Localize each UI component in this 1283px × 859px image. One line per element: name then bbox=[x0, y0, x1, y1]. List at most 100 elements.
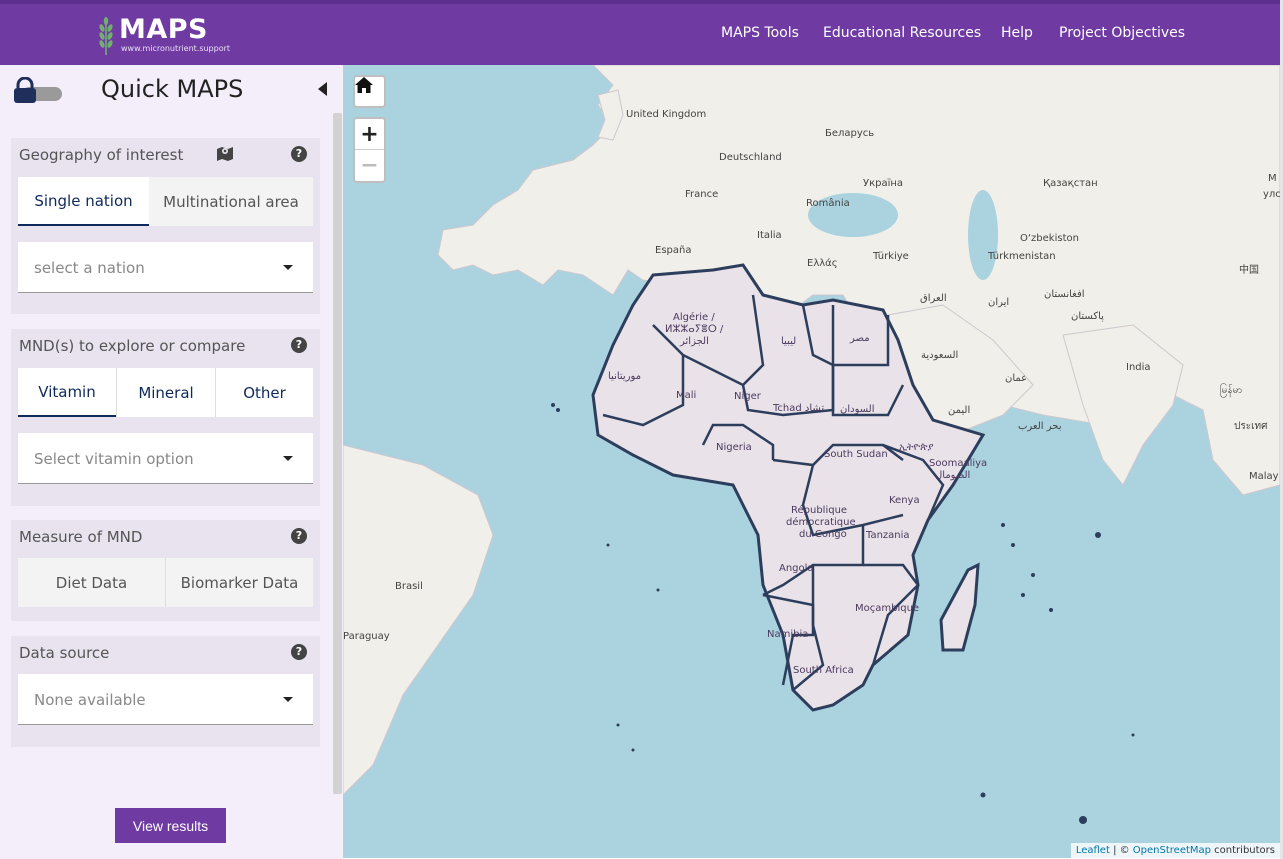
wheat-icon bbox=[99, 17, 113, 55]
zoom-out-button[interactable]: − bbox=[355, 150, 384, 181]
tab-mineral[interactable]: Mineral bbox=[116, 368, 215, 417]
label-iran: ایران bbox=[988, 297, 1010, 308]
label-saudi: السعودية bbox=[921, 350, 959, 361]
label-yemen: اليمن bbox=[948, 405, 971, 416]
collapse-sidebar-icon[interactable] bbox=[318, 82, 327, 96]
mnd-heading: MND(s) to explore or compare bbox=[19, 337, 246, 355]
quick-maps-sidebar: Quick MAPS Geography of interest ? Singl… bbox=[0, 65, 343, 859]
help-icon[interactable]: ? bbox=[291, 528, 307, 544]
nav-maps-tools[interactable]: MAPS Tools bbox=[721, 25, 799, 41]
south-america-land bbox=[343, 444, 494, 796]
view-results-button[interactable]: View results bbox=[115, 808, 226, 843]
caret-down-icon bbox=[283, 265, 293, 270]
label-romania: România bbox=[806, 198, 850, 209]
maps-logo[interactable]: MAPS www.micronutrient.support bbox=[96, 16, 230, 58]
data-source-heading: Data source bbox=[19, 644, 110, 662]
help-icon[interactable]: ? bbox=[291, 644, 307, 660]
label-espana: España bbox=[655, 245, 692, 256]
label-ellada: Ελλάς bbox=[807, 258, 838, 269]
nav-project-objectives[interactable]: Project Objectives bbox=[1059, 25, 1185, 41]
caret-down-icon bbox=[283, 697, 293, 702]
sidebar-title: Quick MAPS bbox=[101, 75, 244, 103]
label-tanzania: Tanzania bbox=[866, 530, 910, 541]
label-iraq: العراق bbox=[920, 293, 947, 304]
label-kenya: Kenya bbox=[889, 495, 920, 506]
sidebar-scrollbar[interactable] bbox=[333, 113, 342, 794]
label-algeria-2: ⵍⵣⵣⴰⵢⴻⵔ / bbox=[665, 324, 724, 335]
madagascar-land bbox=[939, 562, 980, 652]
label-italia: Italia bbox=[757, 230, 782, 241]
map-view[interactable]: United Kingdom Беларусь Deutschland Fran… bbox=[343, 65, 1280, 858]
vitamin-select-placeholder: Select vitamin option bbox=[34, 450, 194, 468]
label-somalia-2: الصومال bbox=[935, 470, 971, 481]
tab-vitamin[interactable]: Vitamin bbox=[18, 368, 116, 417]
leaflet-link[interactable]: Leaflet bbox=[1076, 845, 1110, 856]
measure-tabs: Diet Data Biomarker Data bbox=[18, 558, 313, 607]
nav-help[interactable]: Help bbox=[1001, 25, 1033, 41]
label-algeria-3: الجزائر bbox=[680, 336, 709, 347]
top-navbar: MAPS www.micronutrient.support MAPS Tool… bbox=[0, 0, 1280, 65]
vitamin-select[interactable]: Select vitamin option bbox=[18, 433, 313, 484]
label-niger: Niger bbox=[734, 391, 761, 402]
geography-panel: Geography of interest ? Single nation Mu… bbox=[11, 138, 320, 314]
measure-heading: Measure of MND bbox=[19, 528, 143, 546]
logo-subtitle: www.micronutrient.support bbox=[121, 44, 231, 53]
tab-multinational-area[interactable]: Multinational area bbox=[149, 177, 313, 226]
help-icon[interactable]: ? bbox=[291, 146, 307, 162]
label-turkmenistan: Türkmenistan bbox=[988, 251, 1056, 262]
label-uzbekistan: O‘zbekiston bbox=[1020, 233, 1079, 244]
attribution-contributors: contributors bbox=[1211, 845, 1275, 856]
label-paraguay: Paraguay bbox=[343, 631, 390, 642]
zoom-control: + − bbox=[353, 117, 386, 183]
label-afghanistan: افغانستان bbox=[1044, 289, 1085, 300]
label-drc-2: démocratique bbox=[786, 517, 856, 528]
tab-other[interactable]: Other bbox=[215, 368, 313, 417]
help-icon[interactable]: ? bbox=[291, 337, 307, 353]
data-source-placeholder: None available bbox=[34, 691, 146, 709]
label-arabian-sea: بحر العرب bbox=[1018, 421, 1062, 432]
map-canvas bbox=[343, 65, 1280, 824]
label-somalia-1: Soomaaliya bbox=[929, 458, 988, 469]
label-south-sudan: South Sudan bbox=[824, 449, 888, 460]
tab-diet-data[interactable]: Diet Data bbox=[18, 558, 165, 607]
label-mali: Mali bbox=[676, 390, 697, 401]
nav-educational-resources[interactable]: Educational Resources bbox=[823, 25, 981, 41]
label-namibia: Namibia bbox=[767, 629, 809, 640]
label-egypt: مصر bbox=[850, 333, 870, 344]
lock-icon bbox=[14, 77, 36, 103]
caret-down-icon bbox=[283, 456, 293, 461]
attribution-separator: | © bbox=[1109, 845, 1133, 856]
caspian-sea bbox=[968, 190, 998, 280]
label-angola: Angola bbox=[779, 563, 814, 574]
label-ethiopia: ኢትዮጵያ bbox=[899, 442, 934, 453]
label-pakistan: پاکستان bbox=[1071, 311, 1104, 322]
tab-biomarker-data[interactable]: Biomarker Data bbox=[165, 558, 313, 607]
label-myanmar: မြန်မာ bbox=[1220, 385, 1243, 396]
label-deutschland: Deutschland bbox=[719, 152, 782, 163]
nation-select[interactable]: select a nation bbox=[18, 242, 313, 293]
label-libya: ليبيا bbox=[781, 336, 797, 347]
data-source-select[interactable]: None available bbox=[18, 674, 313, 725]
label-sudan: السودان bbox=[840, 404, 875, 415]
osm-link[interactable]: OpenStreetMap bbox=[1133, 845, 1211, 856]
folded-map-icon bbox=[217, 147, 233, 161]
label-mozambique: Moçambique bbox=[855, 603, 920, 614]
label-drc-1: République bbox=[791, 505, 848, 516]
label-algeria-1: Algérie / bbox=[673, 312, 715, 323]
label-thailand: ประเทศ bbox=[1234, 421, 1268, 432]
logo-title: MAPS bbox=[119, 14, 208, 45]
nation-select-placeholder: select a nation bbox=[34, 259, 145, 277]
zoom-in-button[interactable]: + bbox=[355, 119, 384, 150]
label-malay: Malay bbox=[1249, 471, 1279, 482]
label-drc-3: du Congo bbox=[799, 529, 847, 540]
label-france: France bbox=[685, 189, 719, 200]
label-oman: عمان bbox=[1005, 373, 1028, 384]
label-china: 中国 bbox=[1239, 265, 1259, 276]
tab-single-nation[interactable]: Single nation bbox=[18, 177, 149, 226]
lock-toggle[interactable] bbox=[12, 77, 62, 103]
label-kazakhstan: Қазақстан bbox=[1043, 178, 1098, 189]
label-mongolia-2: улс bbox=[1263, 189, 1280, 200]
geography-heading: Geography of interest bbox=[19, 146, 184, 164]
home-button[interactable] bbox=[353, 75, 386, 108]
home-icon bbox=[355, 77, 373, 93]
